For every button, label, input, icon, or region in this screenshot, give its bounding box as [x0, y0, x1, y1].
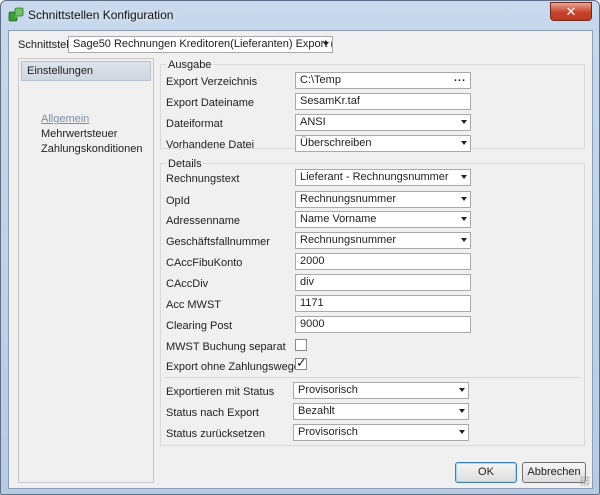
- accmwst-value: 1171: [300, 297, 324, 309]
- ohne-zahlungswege-checkbox[interactable]: ✓: [295, 355, 307, 370]
- format-value: ANSI: [300, 116, 326, 128]
- existing-file-value: Überschreiben: [300, 137, 372, 149]
- gfnr-label: Geschäftsfallnummer: [166, 236, 270, 248]
- title-bar[interactable]: Schnittstellen Konfiguration ✕: [1, 1, 599, 29]
- settings-sidebar: Einstellungen Allgemein Mehrwertsteuer Z…: [18, 58, 154, 483]
- status-reset-label: Status zurücksetzen: [166, 428, 266, 440]
- chevron-down-icon: [461, 197, 467, 201]
- sidebar-header[interactable]: Einstellungen: [21, 61, 151, 81]
- fibukonto-input[interactable]: 2000: [295, 253, 471, 270]
- chevron-down-icon: [461, 141, 467, 145]
- cancel-button[interactable]: Abbrechen: [522, 462, 586, 483]
- opid-label: OpId: [166, 195, 190, 207]
- opid-value: Rechnungsnummer: [300, 193, 396, 205]
- status-reset-select[interactable]: Provisorisch: [293, 424, 469, 441]
- window-title: Schnittstellen Konfiguration: [28, 8, 174, 22]
- caccdiv-label: CAccDiv: [166, 278, 209, 290]
- sidebar-header-label: Einstellungen: [27, 65, 94, 77]
- status-reset-value: Provisorisch: [298, 426, 358, 438]
- chevron-down-icon: [461, 217, 467, 221]
- ausgabe-title: Ausgabe: [166, 59, 214, 71]
- adressenname-select[interactable]: Name Vorname: [295, 211, 471, 228]
- fibukonto-value: 2000: [300, 255, 325, 267]
- caccdiv-input[interactable]: div: [295, 274, 471, 291]
- browse-folder-button[interactable]: ...: [454, 73, 466, 84]
- filename-input[interactable]: SesamKr.taf: [295, 93, 471, 110]
- chevron-down-icon: [459, 409, 465, 413]
- ok-button[interactable]: OK: [455, 462, 517, 483]
- clearing-input[interactable]: 9000: [295, 316, 471, 333]
- sidebar-item-allgemein[interactable]: Allgemein: [41, 113, 89, 125]
- chevron-down-icon: [323, 42, 329, 46]
- rechnungstext-select[interactable]: Lieferant - Rechnungsnummer: [295, 169, 471, 186]
- fibukonto-label: CAccFibuKonto: [166, 257, 243, 269]
- existing-file-label: Vorhandene Datei: [166, 139, 255, 151]
- format-select[interactable]: ANSI: [295, 114, 471, 131]
- ok-button-label: OK: [478, 466, 494, 478]
- export-dir-label: Export Verzeichnis: [166, 76, 258, 88]
- existing-file-select[interactable]: Überschreiben: [295, 135, 471, 152]
- gfnr-select[interactable]: Rechnungsnummer: [295, 232, 471, 249]
- chevron-down-icon: [459, 388, 465, 392]
- status-nach-label: Status nach Export: [166, 407, 259, 419]
- chevron-down-icon: [461, 238, 467, 242]
- filename-label: Export Dateiname: [166, 97, 255, 109]
- interface-select[interactable]: Sage50 Rechnungen Kreditoren(Lieferanten…: [68, 36, 333, 53]
- details-title: Details: [166, 158, 204, 170]
- status-nach-value: Bezahlt: [298, 405, 335, 417]
- accmwst-label: Acc MWST: [166, 299, 221, 311]
- close-icon: ✕: [565, 4, 577, 19]
- ohne-zahlungswege-label: Export ohne Zahlungswege: [166, 361, 300, 373]
- caccdiv-value: div: [300, 276, 315, 288]
- interface-value: Sage50 Rechnungen Kreditoren(Lieferanten…: [73, 38, 332, 50]
- sidebar-item-mehrwertsteuer[interactable]: Mehrwertsteuer: [41, 128, 117, 140]
- dialog-window: Schnittstellen Konfiguration ✕ Schnittst…: [0, 0, 600, 495]
- rechnungstext-label: Rechnungstext: [166, 173, 240, 185]
- checkmark-icon: ✓: [296, 355, 307, 370]
- status-mit-select[interactable]: Provisorisch: [293, 382, 469, 399]
- clearing-label: Clearing Post: [166, 320, 233, 332]
- adressenname-value: Name Vorname: [300, 213, 377, 225]
- close-button[interactable]: ✕: [550, 2, 592, 21]
- chevron-down-icon: [461, 120, 467, 124]
- clearing-value: 9000: [300, 318, 325, 330]
- filename-value: SesamKr.taf: [300, 95, 360, 107]
- cancel-button-label: Abbrechen: [527, 466, 581, 478]
- chevron-down-icon: [459, 430, 465, 434]
- gfnr-value: Rechnungsnummer: [300, 234, 396, 246]
- adressenname-label: Adressenname: [166, 215, 240, 227]
- rechnungstext-value: Lieferant - Rechnungsnummer: [300, 171, 449, 183]
- accmwst-input[interactable]: 1171: [295, 295, 471, 312]
- status-mit-value: Provisorisch: [298, 384, 358, 396]
- export-dir-field[interactable]: C:\Temp ...: [295, 72, 471, 89]
- opid-select[interactable]: Rechnungsnummer: [295, 191, 471, 208]
- dialog-client-area: Schnittstelle Sage50 Rechnungen Kreditor…: [8, 30, 593, 489]
- format-label: Dateiformat: [166, 118, 223, 130]
- status-mit-label: Exportieren mit Status: [166, 386, 275, 398]
- puzzle-icon: [8, 7, 24, 22]
- resize-grip-icon[interactable]: [580, 476, 590, 486]
- export-dir-value: C:\Temp: [300, 74, 341, 86]
- mwst-separat-checkbox[interactable]: [295, 339, 307, 351]
- details-separator: [164, 377, 581, 378]
- chevron-down-icon: [461, 175, 467, 179]
- sidebar-item-zahlungskonditionen[interactable]: Zahlungskonditionen: [41, 143, 143, 155]
- mwst-separat-label: MWST Buchung separat: [166, 341, 286, 353]
- status-nach-select[interactable]: Bezahlt: [293, 403, 469, 420]
